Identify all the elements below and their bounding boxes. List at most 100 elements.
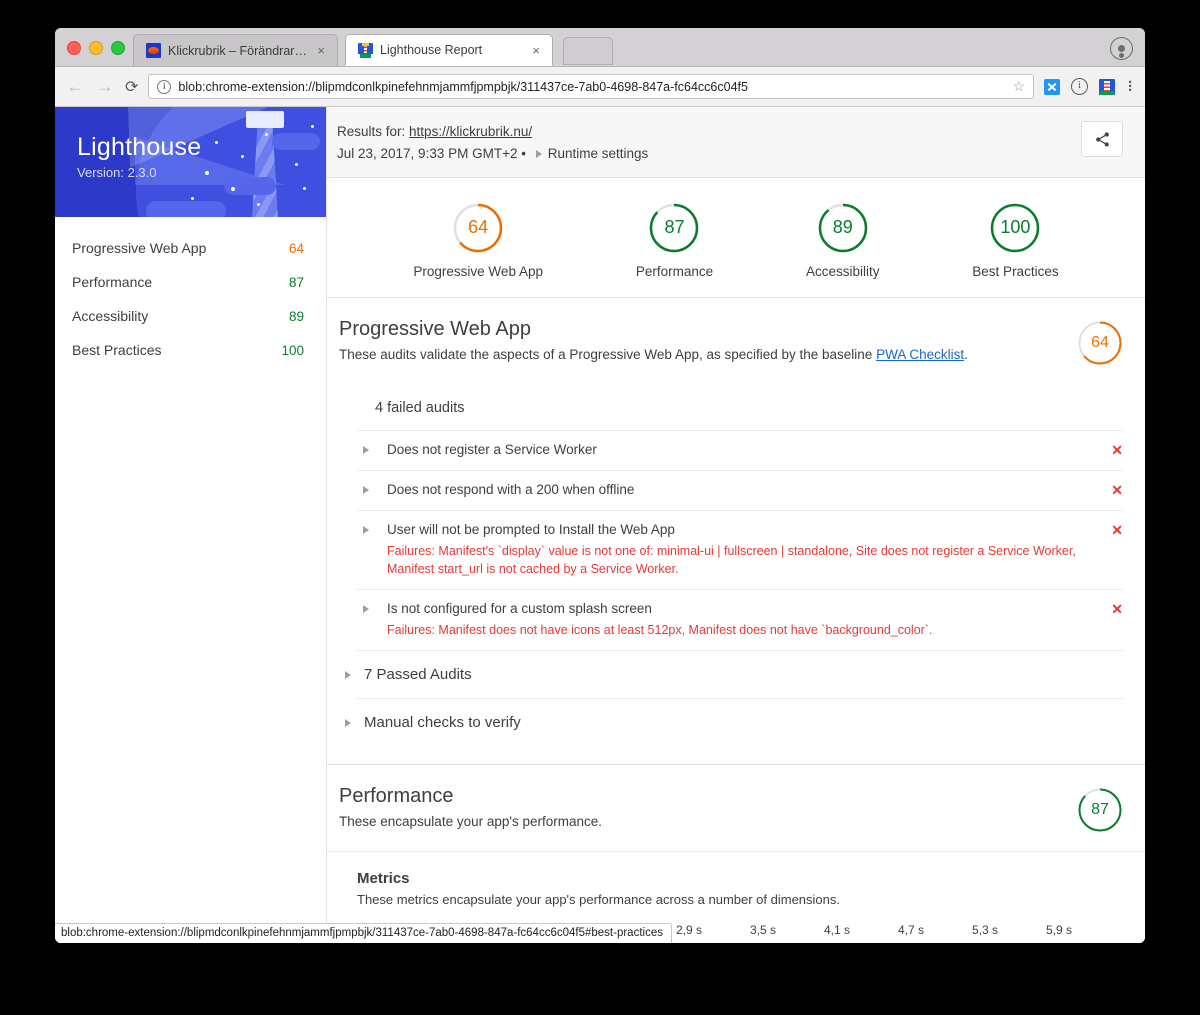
- browser-tab-lighthouse-report[interactable]: Lighthouse Report ×: [345, 34, 553, 66]
- page-title: Performance: [339, 785, 602, 808]
- filmstrip-frame[interactable]: 4,1 s: [803, 923, 871, 943]
- sidebar-item-score: 64: [289, 241, 304, 256]
- star-icon: [303, 187, 306, 190]
- chrome-menu-icon[interactable]: ···: [1126, 81, 1135, 93]
- sidebar-item-label: Progressive Web App: [72, 240, 206, 256]
- metrics-description: These metrics encapsulate your app's per…: [357, 892, 1123, 907]
- star-icon: [191, 197, 194, 200]
- sidebar-item-score: 89: [289, 309, 304, 324]
- gauge-label: Performance: [636, 264, 713, 279]
- audited-url-link[interactable]: https://klickrubrik.nu/: [409, 124, 532, 139]
- forward-button[interactable]: →: [95, 77, 115, 97]
- lighthouse-favicon-icon: [358, 43, 373, 58]
- category-nav: Progressive Web App 64 Performance 87 Ac…: [55, 217, 326, 367]
- back-button[interactable]: ←: [65, 77, 85, 97]
- audit-row[interactable]: User will not be prompted to Install the…: [357, 510, 1123, 589]
- audit-title: Is not configured for a custom splash sc…: [387, 601, 1099, 616]
- runtime-settings-label: Runtime settings: [548, 143, 649, 165]
- reload-button[interactable]: ⟳: [125, 77, 138, 97]
- card-header: Performance These encapsulate your app's…: [327, 765, 1145, 851]
- star-icon: [295, 163, 298, 166]
- star-icon: [215, 141, 218, 144]
- failed-audits-heading: 4 failed audits: [357, 384, 1123, 430]
- gauge-label: Best Practices: [972, 264, 1058, 279]
- card-header: Progressive Web App These audits validat…: [327, 298, 1145, 384]
- extension-icons: i ···: [1044, 78, 1135, 95]
- maximize-window-button[interactable]: [111, 41, 125, 55]
- info-icon[interactable]: i: [1071, 78, 1088, 95]
- address-bar[interactable]: i blob:chrome-extension://blipmdconlkpin…: [148, 74, 1034, 99]
- share-button[interactable]: [1081, 121, 1123, 157]
- fail-icon: ✕: [1111, 482, 1123, 499]
- sidebar-item-progressive-web-app[interactable]: Progressive Web App 64: [55, 231, 326, 265]
- gauge-accessibility[interactable]: 89 Accessibility: [806, 202, 880, 279]
- metrics-title: Metrics: [357, 870, 1123, 887]
- audit-row[interactable]: Is not configured for a custom splash sc…: [357, 589, 1123, 650]
- gauge-performance[interactable]: 87 Performance: [636, 202, 713, 279]
- new-tab-button[interactable]: [563, 37, 613, 65]
- info-circle-icon[interactable]: i: [157, 80, 171, 94]
- chevron-right-icon[interactable]: [363, 486, 375, 494]
- filmstrip-frame[interactable]: 5,3 s: [951, 923, 1019, 943]
- lighthouse-banner: Lighthouse Version: 2.3.0: [55, 107, 326, 217]
- lighthouse-extension-icon[interactable]: [1099, 79, 1115, 95]
- audit-row[interactable]: Does not respond with a 200 when offline…: [357, 470, 1123, 510]
- sidebar-item-label: Best Practices: [72, 342, 161, 358]
- results-timestamp: Jul 23, 2017, 9:33 PM GMT+2: [337, 146, 517, 161]
- sidebar-item-accessibility[interactable]: Accessibility 89: [55, 299, 326, 333]
- close-window-button[interactable]: [67, 41, 81, 55]
- sidebar-item-best-practices[interactable]: Best Practices 100: [55, 333, 326, 367]
- manual-checks-toggle[interactable]: Manual checks to verify: [357, 698, 1123, 746]
- passed-audits-toggle[interactable]: 7 Passed Audits: [357, 650, 1123, 698]
- star-icon: [311, 125, 314, 128]
- extension-blue-icon[interactable]: [1044, 79, 1060, 95]
- chevron-right-icon[interactable]: [363, 605, 375, 613]
- url-text: blob:chrome-extension://blipmdconlkpinef…: [178, 80, 1005, 94]
- chevron-right-icon[interactable]: [363, 526, 375, 534]
- audit-row[interactable]: Does not register a Service Worker ✕: [357, 430, 1123, 470]
- tab-title: Lighthouse Report: [380, 43, 523, 57]
- card-score-gauge: 87: [1077, 787, 1123, 833]
- card-score: 64: [1077, 320, 1123, 366]
- brand-title: Lighthouse: [77, 133, 201, 162]
- star-icon: [205, 171, 209, 175]
- results-meta: Results for: https://klickrubrik.nu/ Jul…: [337, 121, 648, 165]
- fail-icon: ✕: [1111, 522, 1123, 539]
- filmstrip-frame[interactable]: 5,9 s: [1025, 923, 1093, 943]
- star-icon: [265, 133, 268, 136]
- filmstrip-frame[interactable]: 3,5 s: [729, 923, 797, 943]
- manual-checks-label: Manual checks to verify: [364, 714, 521, 731]
- report-sidebar: Lighthouse Version: 2.3.0 Progressive We…: [55, 107, 327, 943]
- audit-failure-text: Failures: Manifest does not have icons a…: [387, 621, 1099, 639]
- gauge-progressive-web-app[interactable]: 64 Progressive Web App: [413, 202, 543, 279]
- browser-tab-klickrubrik[interactable]: Klickrubrik – Förändrar allt ×: [133, 34, 338, 66]
- share-icon: [1094, 131, 1111, 148]
- category-card-performance: Performance These encapsulate your app's…: [327, 765, 1145, 943]
- gauge-best-practices[interactable]: 100 Best Practices: [972, 202, 1058, 279]
- filmstrip-frame[interactable]: 4,7 s: [877, 923, 945, 943]
- tab-title: Klickrubrik – Förändrar allt: [168, 44, 308, 58]
- sidebar-item-performance[interactable]: Performance 87: [55, 265, 326, 299]
- runtime-settings-toggle[interactable]: Runtime settings: [536, 143, 649, 165]
- avatar-icon[interactable]: [1110, 37, 1133, 60]
- chevron-right-icon: [345, 719, 351, 727]
- card-description: These audits validate the aspects of a P…: [339, 347, 968, 362]
- frame-timestamp: 4,1 s: [803, 923, 871, 937]
- lighthouse-report: Lighthouse Version: 2.3.0 Progressive We…: [55, 107, 1145, 943]
- report-main: Results for: https://klickrubrik.nu/ Jul…: [327, 107, 1145, 943]
- cloud-icon: [224, 177, 276, 195]
- chevron-right-icon[interactable]: [363, 446, 375, 454]
- results-header: Results for: https://klickrubrik.nu/ Jul…: [327, 107, 1145, 178]
- card-score: 87: [1077, 787, 1123, 833]
- frame-timestamp: 5,3 s: [951, 923, 1019, 937]
- close-tab-icon[interactable]: ×: [530, 44, 542, 57]
- cloud-icon: [272, 133, 320, 150]
- bookmark-star-icon[interactable]: ☆: [1012, 78, 1025, 95]
- minimize-window-button[interactable]: [89, 41, 103, 55]
- close-tab-icon[interactable]: ×: [315, 44, 327, 57]
- card-description: These encapsulate your app's performance…: [339, 814, 602, 829]
- pwa-checklist-link[interactable]: PWA Checklist: [876, 347, 964, 362]
- chevron-right-icon: [345, 671, 351, 679]
- results-separator: •: [521, 146, 526, 161]
- card-body: 4 failed audits Does not register a Serv…: [327, 384, 1145, 764]
